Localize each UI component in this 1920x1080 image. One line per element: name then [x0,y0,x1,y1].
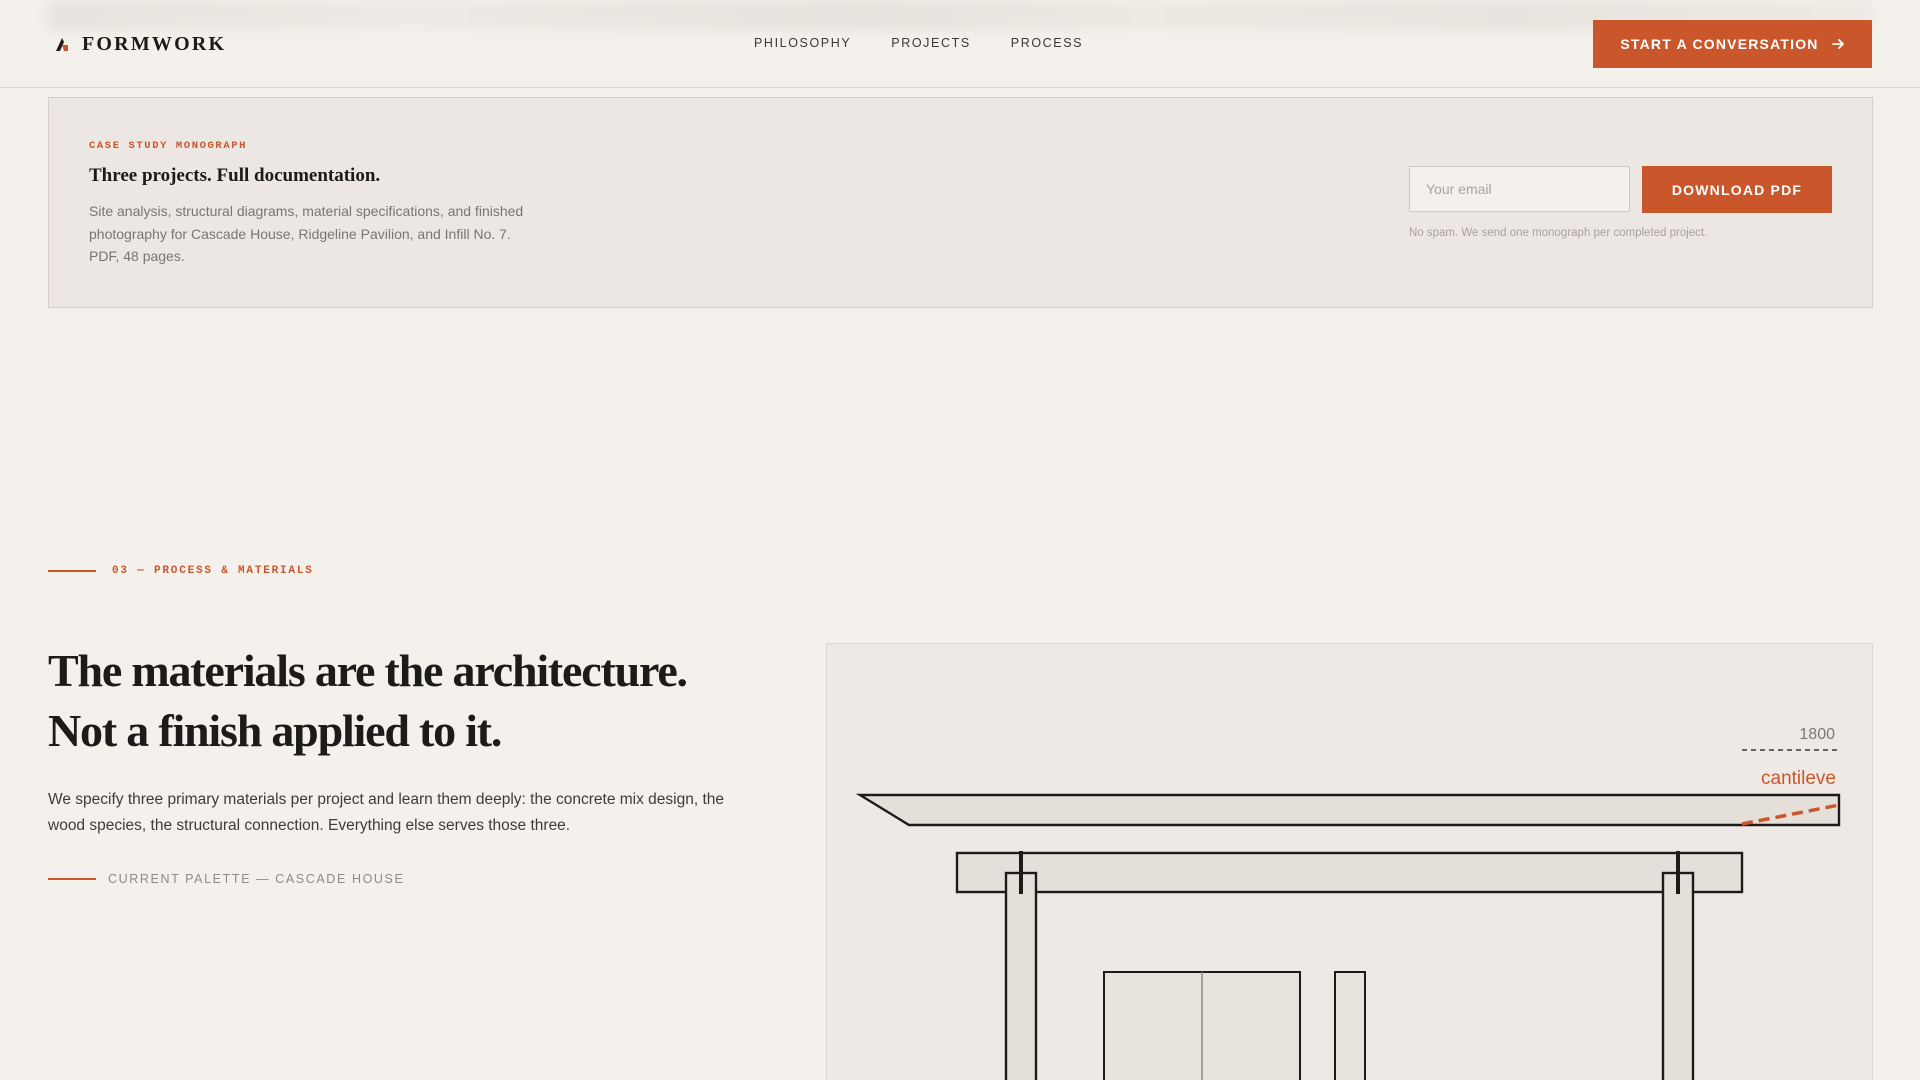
formwork-mark-icon [56,38,68,51]
nav-link-philosophy[interactable]: PHILOSOPHY [754,36,851,50]
section-body: We specify three primary materials per p… [48,791,725,834]
arrow-right-icon [1831,39,1844,49]
beam [955,851,1744,894]
start-conversation-label: START A CONVERSATION [1620,36,1819,52]
site-header: FORMWORK PHILOSOPHY PROJECTS PROCESS STA… [0,0,1920,88]
section-label: 03 — PROCESS & MATERIALS [48,565,314,577]
palette-label-rule [48,878,96,880]
section-headline: The materials are the architecture. Not … [48,641,808,761]
column-right [1661,871,1695,1080]
column-left [1004,871,1038,1080]
main-nav: PHILOSOPHY PROJECTS PROCESS [754,36,1083,50]
monograph-card: CASE STUDY MONOGRAPH Three projects. Ful… [48,97,1873,308]
headline-line-2: Not a finish applied to it. [48,705,502,756]
nav-link-projects[interactable]: PROJECTS [891,36,970,50]
palette-label: CURRENT PALETTE — CASCADE HOUSE [48,872,404,886]
download-pdf-button[interactable]: DOWNLOAD PDF [1642,166,1832,213]
structure-drawing-svg [855,749,1841,1080]
section-label-rule [48,570,96,572]
nav-link-process[interactable]: PROCESS [1011,36,1083,50]
cantilever-label: cantileve [1761,768,1836,789]
monograph-description: Site analysis, structural diagrams, mate… [89,203,524,264]
roof-slab [855,793,1841,827]
structure-drawing: 1800 cantileve [826,643,1873,1080]
spam-note: No spam. We send one monograph per compl… [1409,227,1708,239]
post [1334,971,1366,1080]
palette-label-text: CURRENT PALETTE — CASCADE HOUSE [108,872,405,886]
logo-text: FORMWORK [82,32,227,55]
headline-line-1: The materials are the architecture. [48,645,688,696]
start-conversation-button[interactable]: START A CONVERSATION [1593,20,1872,68]
email-field[interactable] [1409,166,1630,212]
dimension-label: 1800 [1799,726,1835,743]
section-label-text: 03 — PROCESS & MATERIALS [112,565,314,577]
monograph-eyebrow: CASE STUDY MONOGRAPH [89,140,248,152]
monograph-title: Three projects. Full documentation. [89,165,381,186]
logo[interactable]: FORMWORK [54,32,226,56]
